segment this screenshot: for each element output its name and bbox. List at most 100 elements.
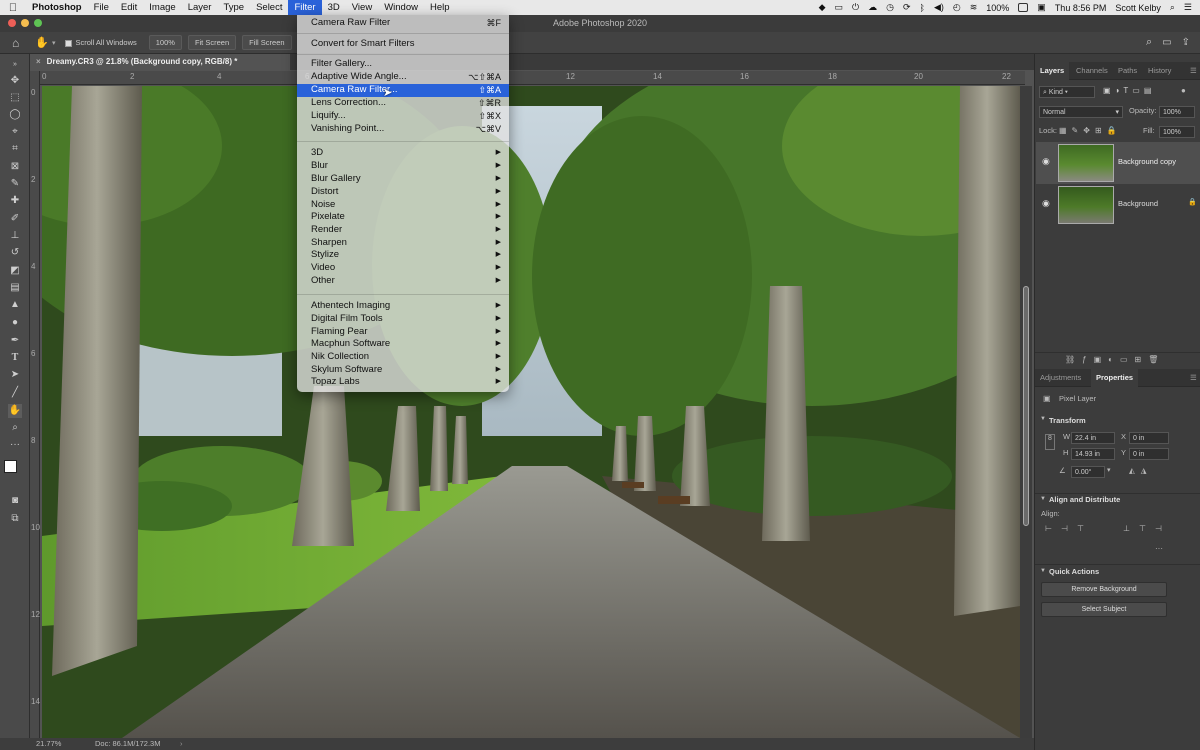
brush-tool-icon[interactable]: ✐ (8, 212, 22, 226)
quick-actions-header[interactable]: ▼ Quick Actions (1035, 564, 1200, 576)
flag-icon[interactable]: ▣ (1037, 2, 1046, 13)
document-tab[interactable]: × Dreamy.CR3 @ 21.8% (Background copy, RG… (30, 54, 290, 70)
document-canvas[interactable] (42, 86, 1020, 738)
y-input[interactable]: 0 in (1129, 448, 1169, 460)
width-input[interactable]: 22.4 in (1071, 432, 1115, 444)
notification-icon[interactable]: ☰ (1184, 2, 1192, 13)
flip-icons[interactable]: ◭◮ (1129, 466, 1153, 475)
zoom-window-button[interactable] (34, 19, 42, 27)
select-subject-button[interactable]: Select Subject (1041, 602, 1167, 617)
vertical-ruler[interactable]: 0 2 4 6 8 10 12 14 (30, 71, 40, 738)
status-arrow-icon[interactable]: › (180, 738, 183, 750)
angle-chevron-icon[interactable]: ▾ (1107, 466, 1111, 474)
menu-edit[interactable]: Edit (115, 0, 143, 15)
toolbar-collapse-icon[interactable]: » (8, 58, 22, 72)
menu-item-camera-raw-filter[interactable]: Camera Raw Filter... ⇧⌘A (297, 84, 509, 97)
angle-input[interactable]: 0.00° (1071, 466, 1105, 478)
opacity-input[interactable]: 100% (1159, 106, 1195, 118)
zoom-100-button[interactable]: 100% (148, 35, 182, 50)
layer-filter-icons[interactable]: ▣◑T▭▤ (1103, 86, 1155, 95)
eyedropper-tool-icon[interactable]: ✎ (8, 177, 22, 191)
power-icon[interactable]: ⏻ (852, 2, 859, 13)
menu-window[interactable]: Window (378, 0, 424, 15)
type-tool-icon[interactable]: T (8, 351, 22, 365)
align-top-icons[interactable]: ⊥⊤⊣ (1123, 524, 1171, 533)
fill-input[interactable]: 100% (1159, 126, 1195, 138)
menu-item-adaptive-wide-angle[interactable]: Adaptive Wide Angle... ⌥⇧⌘A (297, 71, 509, 84)
link-icon[interactable]: 8 (1045, 434, 1055, 450)
tab-channels[interactable]: Channels (1071, 62, 1113, 80)
menu-item-nik-collection[interactable]: Nik Collection ▶ (297, 351, 509, 364)
menu-item-convert-smart-filters[interactable]: Convert for Smart Filters (297, 38, 509, 51)
home-icon[interactable]: ⌂ (12, 36, 19, 50)
menu-file[interactable]: File (88, 0, 115, 15)
sync-icon[interactable]: ⟳ (903, 2, 911, 13)
search-icon[interactable]: ⌕ (1146, 36, 1152, 49)
menu-item-topaz-labs[interactable]: Topaz Labs ▶ (297, 376, 509, 389)
filter-toggle-icon[interactable]: ● (1181, 86, 1186, 95)
menu-item-noise[interactable]: Noise ▶ (297, 199, 509, 212)
more-options-icon[interactable]: ··· (1155, 544, 1163, 553)
share-icon[interactable]: ⇪ (1182, 37, 1190, 48)
menu-select[interactable]: Select (250, 0, 288, 15)
marquee-tool-icon[interactable]: ⬚ (8, 91, 22, 105)
apple-icon[interactable]:  (0, 2, 26, 14)
menu-image[interactable]: Image (143, 0, 181, 15)
menu-clock[interactable]: Thu 8:56 PM (1055, 3, 1107, 13)
history-brush-tool-icon[interactable]: ↺ (8, 246, 22, 260)
eraser-tool-icon[interactable]: ◩ (8, 264, 22, 278)
hand-tool-icon[interactable]: ✋ (8, 404, 22, 418)
menu-item-liquify[interactable]: Liquify... ⇧⌘X (297, 110, 509, 123)
menu-user[interactable]: Scott Kelby (1115, 3, 1161, 13)
minimize-window-button[interactable] (21, 19, 29, 27)
menu-item-lens-correction[interactable]: Lens Correction... ⇧⌘R (297, 97, 509, 110)
menu-layer[interactable]: Layer (182, 0, 218, 15)
dodge-tool-icon[interactable]: ● (8, 316, 22, 330)
fill-screen-button[interactable]: Fill Screen (242, 35, 292, 50)
timemachine-icon[interactable]: ◴ (953, 2, 961, 13)
move-tool-icon[interactable]: ✥ (8, 74, 22, 88)
scrollbar-thumb[interactable] (1023, 286, 1029, 526)
tab-adjustments[interactable]: Adjustments (1035, 369, 1086, 387)
menu-filter[interactable]: Filter (288, 0, 322, 15)
align-header[interactable]: ▼ Align and Distribute (1035, 493, 1200, 504)
menu-view[interactable]: View (346, 0, 378, 15)
layer-kind-select[interactable]: ⌕ Kind ▾ (1039, 86, 1095, 98)
wifi-icon[interactable]: ≋ (970, 2, 978, 13)
frame-tool-icon[interactable]: ⊠ (8, 160, 22, 174)
bluetooth-icon[interactable]: ᛒ (920, 3, 925, 13)
tab-history[interactable]: History (1143, 62, 1176, 80)
horizontal-ruler[interactable]: 0 2 4 6 8 10 12 14 16 18 20 22 (40, 71, 1025, 85)
hand-tool-icon[interactable]: ✋ (35, 36, 49, 49)
tab-properties[interactable]: Properties (1091, 369, 1139, 387)
panel-menu-icon[interactable]: ☰ (1185, 369, 1200, 387)
align-left-icons[interactable]: ⊢⊣⊤ (1045, 524, 1093, 533)
canvas-vertical-scrollbar[interactable] (1020, 86, 1032, 738)
layer-name[interactable]: Background (1118, 199, 1158, 208)
menu-item-sharpen[interactable]: Sharpen ▶ (297, 237, 509, 250)
pen-tool-icon[interactable]: ✒ (8, 334, 22, 348)
menu-type[interactable]: Type (217, 0, 250, 15)
shape-tool-icon[interactable]: ╱ (8, 386, 22, 400)
zoom-tool-icon[interactable]: ⌕ (8, 421, 22, 435)
volume-icon[interactable]: ◀) (934, 2, 944, 13)
menu-3d[interactable]: 3D (322, 0, 346, 15)
menu-help[interactable]: Help (424, 0, 456, 15)
healing-brush-tool-icon[interactable]: ✚ (8, 194, 22, 208)
menu-item-other[interactable]: Other ▶ (297, 275, 509, 288)
workspace-icon[interactable]: ▭ (1162, 37, 1171, 48)
menu-item-camera-raw-filter-last[interactable]: Camera Raw Filter ⌘F (297, 17, 509, 30)
panel-menu-icon[interactable]: ☰ (1185, 62, 1200, 80)
menu-item-render[interactable]: Render ▶ (297, 224, 509, 237)
fit-screen-button[interactable]: Fit Screen (187, 35, 237, 50)
clock-icon[interactable]: ◷ (886, 2, 894, 13)
close-tab-icon[interactable]: × (36, 57, 41, 66)
blur-tool-icon[interactable]: ▲ (8, 298, 22, 312)
zoom-readout[interactable]: 21.77% (36, 738, 61, 750)
blend-mode-select[interactable]: Normal ▾ (1039, 106, 1123, 118)
menu-item-macphun-software[interactable]: Macphun Software ▶ (297, 338, 509, 351)
spotlight-icon[interactable]: ⌕ (1170, 2, 1175, 13)
quick-select-tool-icon[interactable]: ⌖ (8, 125, 22, 139)
tool-preset-chevron-icon[interactable]: ▾ (52, 39, 56, 47)
quick-mask-icon[interactable]: ◙ (8, 494, 22, 508)
